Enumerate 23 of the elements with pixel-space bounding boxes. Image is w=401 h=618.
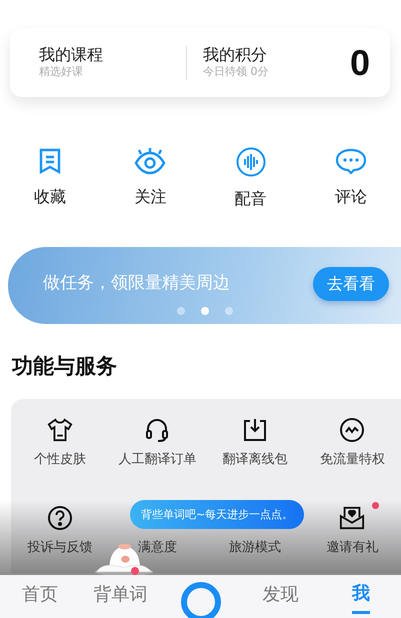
card-title[interactable]: 我的积分: [202, 45, 350, 64]
service-label[interactable]: 投诉与反馈: [27, 538, 92, 558]
tooltip-bubble: 背些单词吧~每天进步一点点。: [130, 500, 304, 530]
service-label[interactable]: 翻译离线包: [222, 450, 288, 470]
service-label[interactable]: 邀请有礼: [326, 538, 378, 558]
service-label[interactable]: 满意度: [138, 538, 177, 558]
card-subtitle: 今日待领 0分: [202, 64, 270, 80]
nav-tab[interactable]: 发现: [262, 581, 299, 612]
action-label[interactable]: 评论: [334, 185, 367, 209]
nav-tab[interactable]: 首页: [22, 581, 58, 612]
service-label[interactable]: 个性皮肤: [34, 450, 86, 470]
action-label[interactable]: 收藏: [34, 185, 66, 209]
nav-tab[interactable]: 背单词: [93, 581, 148, 612]
action-label[interactable]: 配音: [234, 187, 267, 211]
section-title: 功能与服务: [12, 354, 118, 380]
service-label[interactable]: 人工翻译订单: [118, 450, 196, 470]
service-label[interactable]: 免流量特权: [320, 450, 385, 470]
banner-text: 做任务，领限量精美周边: [43, 272, 231, 295]
service-label[interactable]: 旅游模式: [228, 538, 281, 558]
card-subtitle: 精选好课: [39, 64, 84, 80]
points-value: 0: [350, 40, 370, 84]
card-title[interactable]: 我的课程: [39, 45, 186, 64]
action-label[interactable]: 关注: [134, 185, 166, 209]
